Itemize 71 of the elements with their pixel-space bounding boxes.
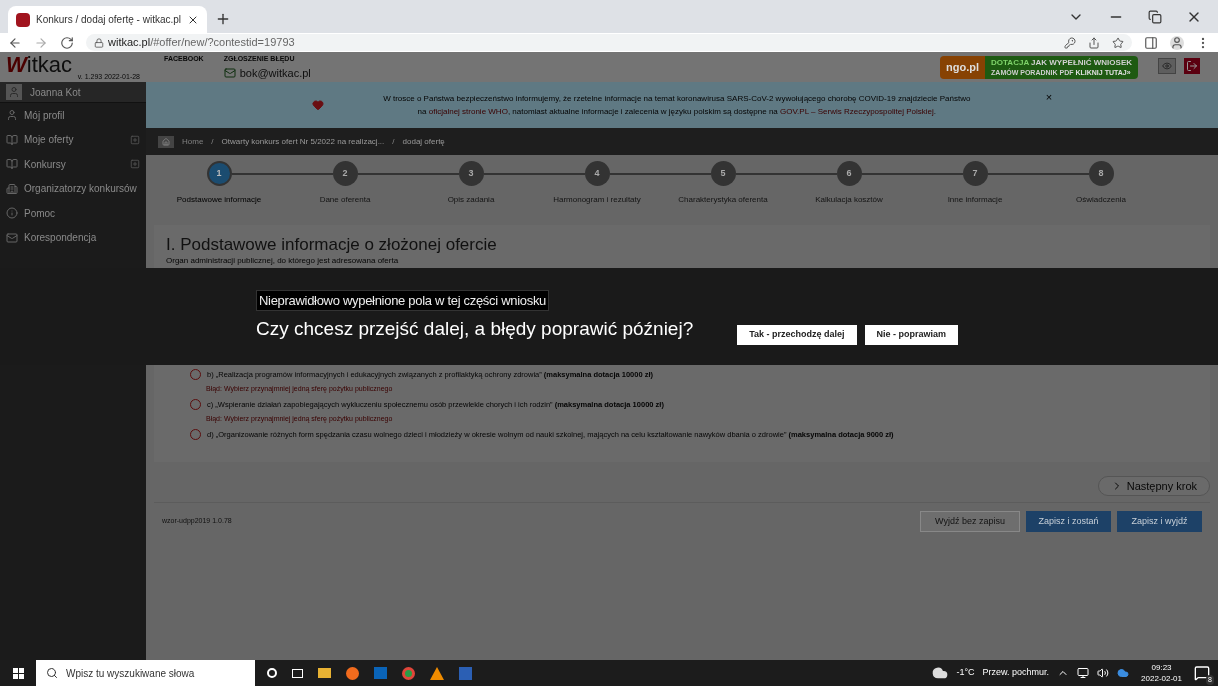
menu-item-icon [6,207,18,220]
search-icon [46,667,58,679]
step-label[interactable]: Charakterystyka oferenta [678,194,768,206]
sidebar-item[interactable]: Konkursy [0,152,146,177]
sidebar-item[interactable]: Mój profil [0,103,146,128]
clock[interactable]: 09:23 2022-02-01 [1137,662,1186,684]
covid-notice: W trosce o Państwa bezpieczeństwo informujemy, że rzetelne informacje na temat koronawirusa SARS-CoV-2 wywołującego chorobę COVID-19 znajdziecie Państwo na oficjalnej stronie WHO, natomiast aktualne informacje i zalecenia w języku polskim są dostępne na GOV.PL – Serwis Rzeczypospolitej Polskiej. [382,93,972,118]
menu-item-icon [6,133,18,146]
lock-icon [94,37,104,48]
side-panel-icon[interactable] [1144,35,1158,50]
sidebar-item[interactable]: Korespondencja [0,225,146,250]
logout-icon[interactable] [1184,58,1200,74]
profile-icon[interactable] [1170,35,1184,50]
heart-icon [311,99,324,111]
dialog-question: Czy chcesz przejść dalej, a błędy poprawić później? [256,317,694,341]
cloud-icon [932,665,949,681]
weather-text[interactable]: Przew. pochmur. [982,666,1050,680]
section-subtitle: Organ administracji publicznej, do którego jest adresowana oferta [166,255,400,267]
site-favicon [16,12,30,27]
volume-icon[interactable] [1097,667,1110,679]
restore-icon[interactable] [1148,10,1162,24]
sidebar-item[interactable]: Organizatorzy konkursów [0,176,146,201]
dialog-button[interactable]: Tak - przechodzę dalej [737,324,857,345]
menu-item-icon [6,231,18,244]
step-label[interactable]: Harmonogram i rezultaty [553,194,641,206]
menu-item-icon [6,158,18,171]
cortana-icon[interactable] [267,668,277,678]
notifications-icon[interactable] [1194,665,1210,681]
menu-item-icon [6,182,18,195]
menu-item-icon [6,109,18,122]
form-button[interactable]: Zapisz i zostań [1026,511,1111,532]
step-label[interactable]: Kalkulacja kosztów [815,194,883,206]
breadcrumb-item[interactable]: Home [182,135,204,148]
sidebar-item[interactable]: Pomoc [0,201,146,226]
taskbar-search-field[interactable]: Wpisz tu wyszukiwane słowa [36,660,255,686]
reload-icon[interactable] [60,35,74,50]
cloud-sync-icon[interactable] [1117,667,1130,679]
close-notice-button[interactable]: × [1045,88,1053,106]
step-label[interactable]: Dane oferenta [319,194,371,206]
key-icon[interactable] [1064,36,1076,49]
breadcrumb-separator: / [211,135,214,148]
envelope-icon [223,66,236,79]
browser-tab[interactable]: Konkurs / dodaj ofertę - witkac.pl [8,6,208,33]
tab-title: Konkurs / dodaj ofertę - witkac.pl [36,13,182,27]
dialog-button[interactable]: Nie - poprawiam [864,324,959,345]
email-link[interactable]: bok@witkac.pl [223,64,311,81]
step-label[interactable]: Inne informacje [947,194,1003,206]
breadcrumb-item: dodaj ofertę [402,135,445,148]
form-button[interactable]: Zapisz i wyjdź [1117,511,1202,532]
form-button[interactable]: Wyjdź bez zapisu [920,511,1020,532]
share-icon[interactable] [1088,36,1100,49]
url-text: witkac.pl/#offer/new/?contestid=19793 [108,35,295,51]
back-icon[interactable] [8,35,22,50]
next-step-button[interactable]: Następny krok [1097,476,1210,496]
dialog-message: Nieprawidłowo wypełnione pola w tej części wniosku [256,289,550,311]
sidebar-item[interactable]: Moje oferty [0,127,146,152]
step-label[interactable]: Podstawowe informacje [176,194,262,206]
section-title: I. Podstawowe informacje o złożonej ofercie [166,235,498,255]
cone-icon[interactable] [430,666,444,680]
who-link[interactable]: oficjalnej stronie WHO [428,107,508,116]
step-label[interactable]: Opis zadania [447,194,495,206]
bookmark-star-icon[interactable] [1112,36,1124,49]
temperature-text[interactable]: -1°C [956,666,975,680]
step-label[interactable]: Oświadczenia [1076,194,1126,206]
gov-link[interactable]: GOV.PL – Serwis Rzeczypospolitej Polskiej [780,107,934,116]
breadcrumb-separator: / [392,135,395,148]
network-icon[interactable] [1077,667,1090,679]
home-icon[interactable] [158,135,174,148]
task-view-icon[interactable] [292,668,303,678]
breadcrumb-item[interactable]: Otwarty konkurs ofert Nr 5/2022 na realizacj... [221,135,385,148]
address-field[interactable]: witkac.pl/#offer/new/?contestid=19793 [86,34,1132,51]
